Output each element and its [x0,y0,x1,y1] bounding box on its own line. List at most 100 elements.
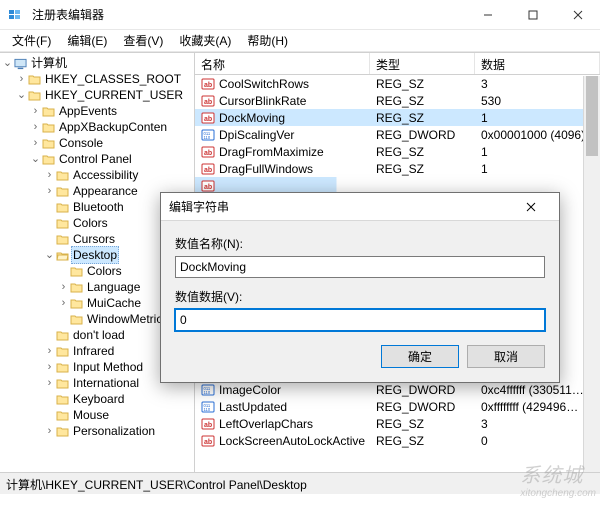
tree-label: don't load [71,327,127,343]
close-button[interactable] [555,0,600,29]
tree-node-personalization[interactable]: ›Personalization [0,423,194,439]
dialog-buttons: 确定 取消 [175,345,545,368]
menu-edit[interactable]: 编辑(E) [61,30,113,51]
dialog-close-button[interactable] [511,193,551,220]
tree-node-accessibility[interactable]: ›Accessibility [0,167,194,183]
svg-text:110: 110 [204,407,211,412]
tree-node-keyboard[interactable]: Keyboard [0,391,194,407]
folder-icon [56,169,69,182]
expand-icon[interactable]: › [30,103,41,119]
svg-text:ab: ab [204,150,212,157]
list-row[interactable]: abCoolSwitchRowsREG_SZ3 [195,75,600,92]
list-row[interactable]: 011110DpiScalingVerREG_DWORD0x00001000 (… [195,126,600,143]
expand-icon[interactable]: › [44,343,55,359]
col-header-data[interactable]: 数据 [475,53,600,74]
tree-node-appevents[interactable]: › AppEvents [0,103,194,119]
cell-name: 011110LastUpdated [195,400,370,414]
folder-icon [56,345,69,358]
expand-icon[interactable]: › [44,375,55,391]
list-row[interactable]: abDockMovingREG_SZ1 [195,109,600,126]
expand-icon[interactable]: › [44,183,55,199]
folder-icon [28,89,41,102]
tree-label: Mouse [71,407,111,423]
tree-node-hkcr[interactable]: › HKEY_CLASSES_ROOT [0,71,194,87]
folder-icon [42,121,55,134]
tree-label: MuiCache [85,295,143,311]
vertical-scrollbar[interactable] [583,76,600,472]
value-name-text: LockScreenAutoLockActive [219,434,365,448]
svg-text:ab: ab [204,167,212,174]
cancel-button[interactable]: 取消 [467,345,545,368]
tree-node-mouse[interactable]: Mouse [0,407,194,423]
menu-file[interactable]: 文件(F) [6,30,57,51]
tree-label: Control Panel [57,151,134,167]
tree-node-computer[interactable]: ⌄ 计算机 [0,55,194,71]
dialog-titlebar[interactable]: 编辑字符串 [161,193,559,221]
maximize-button[interactable] [510,0,555,29]
tree-label: AppEvents [57,103,119,119]
dialog-title: 编辑字符串 [169,198,511,215]
value-name-text: CoolSwitchRows [219,77,309,91]
list-row[interactable]: 011110ImageColorREG_DWORD0xc4ffffff (330… [195,381,600,398]
list-row[interactable]: 011110LastUpdatedREG_DWORD0xffffffff (42… [195,398,600,415]
cell-name: abLockScreenAutoLockActive [195,434,370,448]
cell-type: REG_DWORD [370,400,475,414]
col-header-name[interactable]: 名称 [195,53,370,74]
tree-node-appxbackup[interactable]: ›AppXBackupConten [0,119,194,135]
tree-label: Console [57,135,105,151]
svg-text:110: 110 [204,390,211,395]
expand-icon[interactable]: ⌄ [44,247,55,263]
expand-icon[interactable]: › [44,423,55,439]
value-sz-icon: ab [201,94,215,108]
statusbar: 计算机\HKEY_CURRENT_USER\Control Panel\Desk… [0,472,600,494]
list-row[interactable]: abLeftOverlapCharsREG_SZ3 [195,415,600,432]
menu-favorites[interactable]: 收藏夹(A) [173,30,237,51]
svg-text:ab: ab [204,82,212,89]
cell-data: 530 [475,94,600,108]
window-title: 注册表编辑器 [32,6,465,23]
cell-data: 1 [475,145,600,159]
ok-button[interactable]: 确定 [381,345,459,368]
expand-icon[interactable]: ⌄ [16,87,27,103]
menu-view[interactable]: 查看(V) [117,30,169,51]
list-row[interactable]: abDragFullWindowsREG_SZ1 [195,160,600,177]
cell-data: 0xffffffff (429496… [475,400,600,414]
expand-icon[interactable]: › [16,71,27,87]
cell-type: REG_SZ [370,111,475,125]
list-row[interactable]: abCursorBlinkRateREG_SZ530 [195,92,600,109]
expand-icon[interactable]: › [30,135,41,151]
expand-icon[interactable]: ⌄ [2,55,13,71]
input-value-name[interactable] [175,256,545,278]
tree-node-controlpanel[interactable]: ⌄ Control Panel [0,151,194,167]
expand-icon[interactable]: › [58,279,69,295]
list-row[interactable]: abDragFromMaximizeREG_SZ1 [195,143,600,160]
minimize-button[interactable] [465,0,510,29]
list-row[interactable]: abLockScreenAutoLockActiveREG_SZ0 [195,432,600,449]
tree-node-hkcu[interactable]: ⌄HKEY_CURRENT_USER [0,87,194,103]
tree-label: Infrared [71,343,116,359]
expand-icon[interactable]: › [30,119,41,135]
cell-data: 1 [475,111,600,125]
window-controls [465,0,600,29]
folder-icon [42,153,55,166]
tree-node-console[interactable]: › Console [0,135,194,151]
value-name-text: DpiScalingVer [219,128,294,142]
menu-help[interactable]: 帮助(H) [241,30,294,51]
value-name-text: DragFullWindows [219,162,313,176]
cell-type: REG_DWORD [370,128,475,142]
folder-icon [56,361,69,374]
scrollbar-thumb[interactable] [586,76,598,156]
folder-icon [42,105,55,118]
value-sz-icon: ab [201,162,215,176]
input-value-data[interactable] [175,309,545,331]
expand-icon[interactable]: › [58,295,69,311]
value-sz-icon: ab [201,145,215,159]
folder-icon [70,281,83,294]
tree-label: HKEY_CLASSES_ROOT [43,71,183,87]
expand-icon[interactable]: › [44,359,55,375]
expand-icon[interactable]: ⌄ [30,151,41,167]
expand-icon[interactable]: › [44,167,55,183]
col-header-type[interactable]: 类型 [370,53,475,74]
cell-name: ab [195,179,370,193]
value-dw-icon: 011110 [201,128,215,142]
